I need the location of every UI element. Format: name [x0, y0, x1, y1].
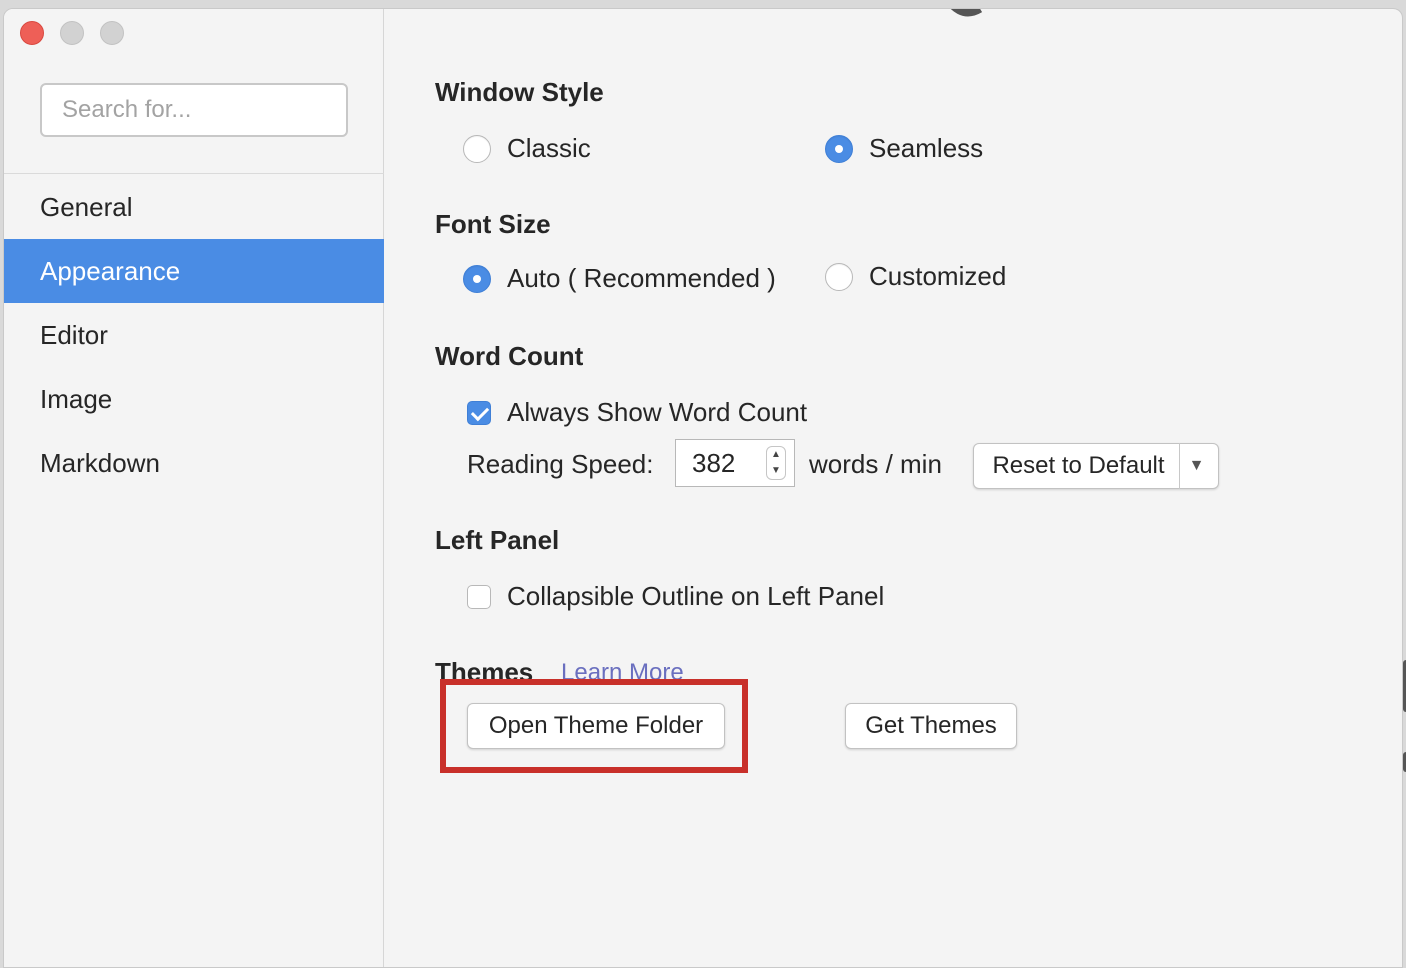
reading-speed-stepper: ▲ ▼ — [675, 439, 795, 487]
sidebar-item-appearance[interactable]: Appearance — [4, 239, 384, 303]
font-size-title: Font Size — [435, 209, 551, 239]
themes-title: Themes — [435, 657, 534, 687]
open-theme-folder-button[interactable]: Open Theme Folder — [467, 703, 725, 749]
collapsible-outline-label: Collapsible Outline on Left Panel — [507, 581, 885, 611]
customized-label: Customized — [869, 261, 1007, 291]
window-style-seamless-option[interactable]: Seamless — [825, 133, 983, 164]
sidebar-item-markdown[interactable]: Markdown — [4, 431, 384, 495]
always-show-word-count-option[interactable]: Always Show Word Count — [467, 397, 807, 428]
get-themes-label: Get Themes — [865, 712, 997, 739]
zoom-window-button[interactable] — [100, 21, 124, 45]
font-size-auto-option[interactable]: Auto ( Recommended ) — [463, 263, 776, 294]
always-show-word-count-checkbox[interactable] — [467, 400, 491, 425]
words-per-min-label: words / min — [809, 449, 942, 479]
get-themes-button[interactable]: Get Themes — [845, 703, 1017, 749]
sidebar-divider — [4, 173, 384, 174]
chevron-up-icon[interactable]: ▲ — [771, 450, 781, 460]
classic-label: Classic — [507, 133, 591, 163]
search-input[interactable] — [40, 83, 348, 137]
window-controls — [20, 21, 124, 45]
settings-panel: Window Style Classic Seamless Font Size … — [385, 9, 1402, 967]
stepper-arrows[interactable]: ▲ ▼ — [766, 446, 786, 480]
sidebar-item-editor[interactable]: Editor — [4, 303, 384, 367]
preferences-window: General Appearance Editor Image Markdown… — [3, 8, 1403, 968]
font-size-customized-option[interactable]: Customized — [825, 261, 1006, 292]
left-panel-title: Left Panel — [435, 525, 560, 555]
classic-radio[interactable] — [463, 134, 491, 163]
learn-more-link[interactable]: Learn More — [561, 659, 684, 687]
always-show-word-count-label: Always Show Word Count — [507, 397, 808, 427]
seamless-radio[interactable] — [825, 134, 853, 163]
sidebar-item-general[interactable]: General — [4, 175, 384, 239]
open-theme-folder-label: Open Theme Folder — [488, 712, 704, 739]
minimize-window-button[interactable] — [60, 21, 84, 45]
word-count-title: Word Count — [435, 341, 584, 371]
close-window-button[interactable] — [20, 21, 44, 45]
collapsible-outline-checkbox[interactable] — [467, 584, 491, 609]
collapsible-outline-option[interactable]: Collapsible Outline on Left Panel — [467, 581, 884, 612]
reading-speed-input[interactable] — [676, 440, 766, 486]
reset-to-default-label: Reset to Default — [992, 452, 1165, 479]
chevron-down-icon[interactable]: ▼ — [771, 466, 781, 476]
auto-radio[interactable] — [463, 264, 491, 293]
dropdown-arrow-icon[interactable]: ▼ — [1180, 457, 1214, 475]
auto-label: Auto ( Recommended ) — [507, 263, 776, 293]
reset-to-default-popup[interactable]: Reset to Default ▼ — [973, 443, 1219, 489]
sidebar-nav: General Appearance Editor Image Markdown — [4, 175, 384, 495]
sidebar-item-image[interactable]: Image — [4, 367, 384, 431]
customized-radio[interactable] — [825, 262, 853, 291]
window-style-classic-option[interactable]: Classic — [463, 133, 591, 164]
window-style-title: Window Style — [435, 77, 604, 107]
reading-speed-label: Reading Speed: — [467, 449, 654, 479]
sidebar: General Appearance Editor Image Markdown — [4, 9, 384, 967]
seamless-label: Seamless — [869, 133, 984, 163]
